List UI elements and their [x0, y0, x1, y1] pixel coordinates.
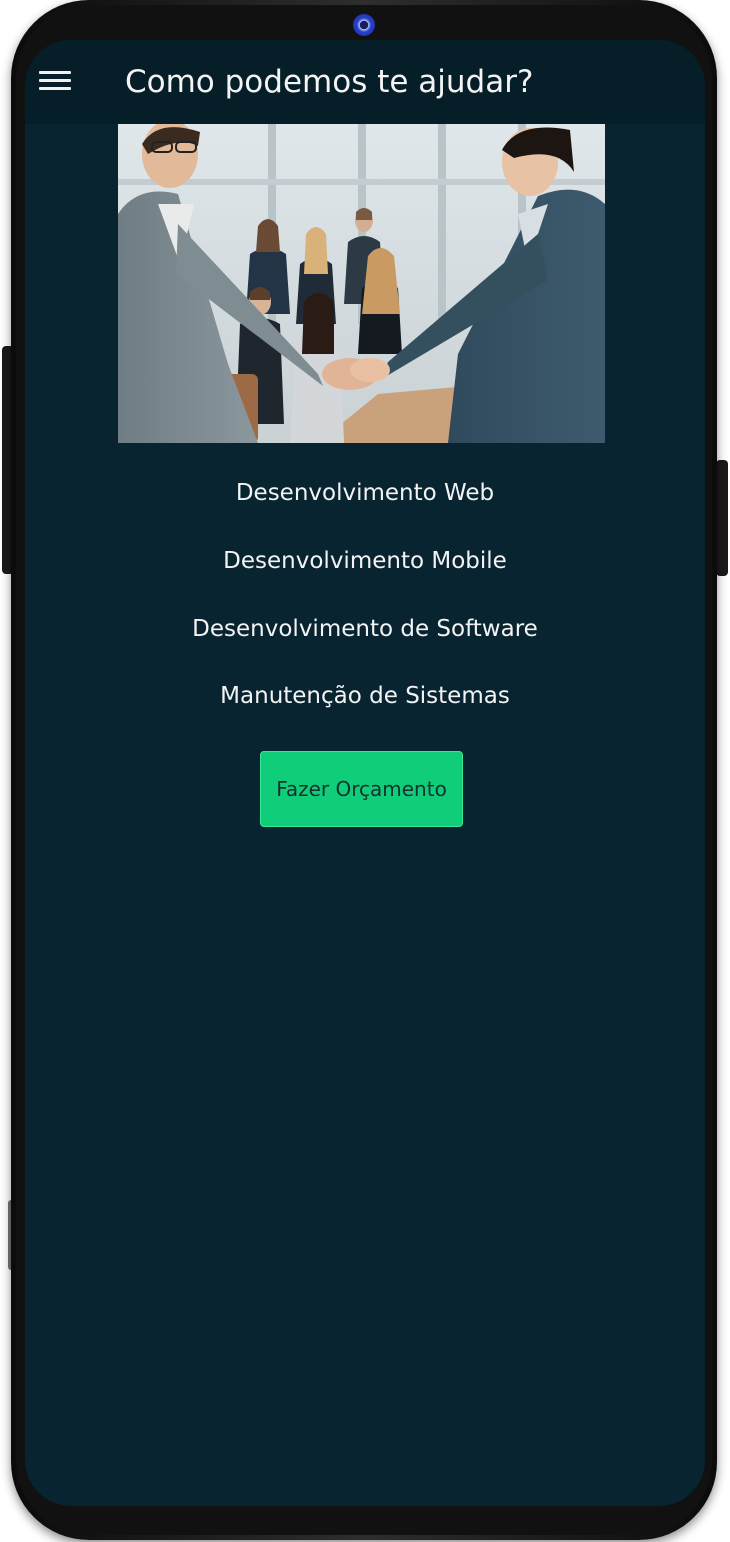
hamburger-menu-icon[interactable]: [39, 69, 71, 93]
service-item-mobile: Desenvolvimento Mobile: [223, 548, 507, 574]
front-camera-icon: [353, 14, 375, 36]
service-item-web: Desenvolvimento Web: [235, 480, 495, 506]
app-screen: Como podemos te ajudar? Desenvolvimento …: [25, 40, 705, 1506]
page-title: Como podemos te ajudar?: [125, 64, 534, 100]
request-quote-button[interactable]: Fazer Orçamento: [260, 751, 463, 827]
hero-image: [118, 124, 605, 443]
phone-power-button: [716, 460, 728, 576]
app-bar: Como podemos te ajudar?: [25, 40, 705, 124]
service-item-software: Desenvolvimento de Software: [192, 616, 538, 642]
service-item-maintenance: Manutenção de Sistemas: [220, 683, 510, 709]
